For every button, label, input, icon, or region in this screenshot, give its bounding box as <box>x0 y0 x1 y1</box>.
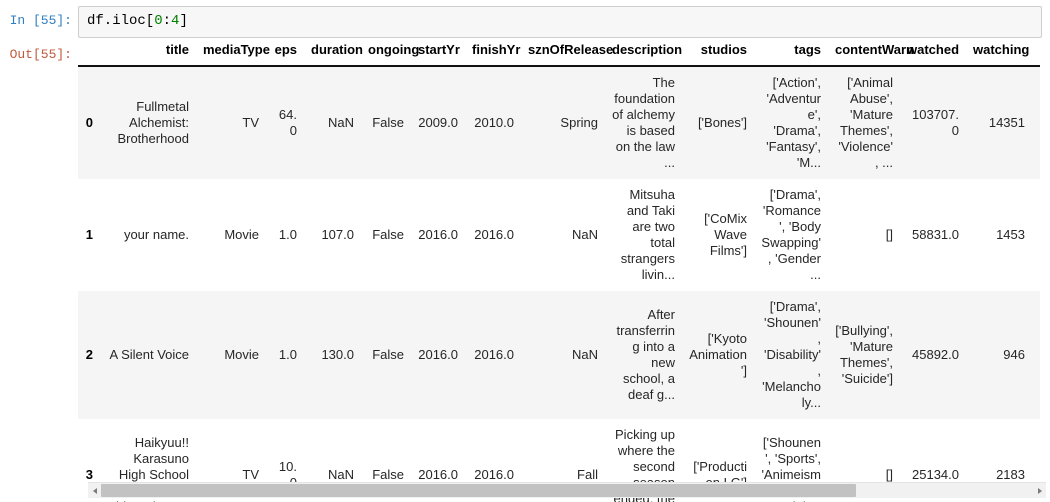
input-prompt-label: In [55]: <box>9 13 72 28</box>
row-index: 2 <box>85 347 93 362</box>
horizontal-scrollbar[interactable] <box>88 482 1046 498</box>
table-row[interactable]: 0 Fullmetal Alchemist: Brotherhood TV 64… <box>78 66 1040 179</box>
column-header-mediatype[interactable]: mediaType <box>196 42 270 67</box>
scroll-left-arrow-icon[interactable] <box>88 483 101 498</box>
cell-duration: NaN <box>327 115 354 130</box>
output-cell: Out[55]: title mediaType eps duration on… <box>0 38 1050 502</box>
scrollbar-track[interactable] <box>101 484 1033 497</box>
cell-studios: ['Kyoto Animation'] <box>689 331 747 378</box>
column-header-description[interactable]: description <box>605 42 682 67</box>
cell-watching: 946 <box>1003 347 1025 362</box>
cell-studios: ['CoMix Wave Films'] <box>704 211 747 258</box>
cell-clipped <box>1032 291 1040 419</box>
cell-watching: 14351 <box>988 115 1025 130</box>
cell-studios: ['Bones'] <box>697 115 747 130</box>
cell-eps: 64.0 <box>278 107 297 138</box>
cell-duration: 130.0 <box>321 347 354 362</box>
dataframe-body: 0 Fullmetal Alchemist: Brotherhood TV 64… <box>78 66 1040 502</box>
input-cell-wrapper: df.iloc[0:4] <box>78 0 1050 38</box>
cell-title: A Silent Voice <box>109 347 190 362</box>
dataframe-header: title mediaType eps duration ongoing sta… <box>78 42 1040 67</box>
cell-watched: 103707.0 <box>912 107 959 138</box>
cell-watching: 1453 <box>996 227 1025 242</box>
cell-description: After transferring into a new school, a … <box>616 307 675 402</box>
output-prompt-label: Out[55]: <box>9 47 72 62</box>
cell-description: The foundation of alchemy is based on th… <box>612 75 675 170</box>
cell-ongoing: False <box>372 115 404 130</box>
scrollbar-thumb[interactable] <box>101 484 856 497</box>
output-cell-wrapper: title mediaType eps duration ongoing sta… <box>78 38 1050 502</box>
cell-sznofrelease: NaN <box>571 227 598 242</box>
table-row[interactable]: 1 your name. Movie 1.0 107.0 False 2016.… <box>78 179 1040 291</box>
column-header-studios[interactable]: studios <box>682 42 754 67</box>
cell-contentwarn: ['Animal Abuse', 'Mature Themes', 'Viole… <box>838 75 893 170</box>
cell-finishyr: 2016.0 <box>474 227 514 242</box>
cell-clipped <box>1032 66 1040 179</box>
cell-startyr: 2016.0 <box>418 227 458 242</box>
cell-title: Fullmetal Alchemist: Brotherhood <box>117 99 189 146</box>
cell-mediatype: TV <box>242 115 259 130</box>
row-index: 0 <box>85 115 93 130</box>
cell-duration: 107.0 <box>321 227 354 242</box>
cell-watched: 58831.0 <box>912 227 959 242</box>
cell-contentwarn: [] <box>885 227 893 242</box>
cell-startyr: 2009.0 <box>418 115 458 130</box>
cell-tags: ['Action', 'Adventure', 'Drama', 'Fantas… <box>766 75 821 170</box>
code-token-prefix: df.iloc[ <box>87 13 155 29</box>
column-header-contentwarn[interactable]: contentWarn <box>828 42 914 67</box>
cell-sznofrelease: Spring <box>560 115 598 130</box>
cell-finishyr: 2016.0 <box>474 347 514 362</box>
column-header-watched[interactable]: watched <box>900 42 966 67</box>
column-header-startyr[interactable]: startYr <box>411 42 465 67</box>
cell-description: Mitsuha and Taki are two total strangers… <box>620 187 675 282</box>
cell-watched: 45892.0 <box>912 347 959 362</box>
cell-finishyr: 2010.0 <box>474 115 514 130</box>
input-cell: In [55]: df.iloc[0:4] <box>0 0 1050 38</box>
notebook-output-area: In [55]: df.iloc[0:4] Out[55]: title med… <box>0 0 1050 502</box>
cell-sznofrelease: NaN <box>571 347 598 362</box>
table-row[interactable]: 2 A Silent Voice Movie 1.0 130.0 False 2… <box>78 291 1040 419</box>
cell-eps: 1.0 <box>278 227 297 242</box>
cell-tags: ['Drama', 'Shounen', 'Disability', 'Mela… <box>762 299 821 410</box>
column-header-duration[interactable]: duration <box>304 42 363 67</box>
code-token-suffix: ] <box>179 13 188 29</box>
cell-eps: 1.0 <box>278 347 297 362</box>
column-header-clipped[interactable]: w <box>1032 42 1040 67</box>
column-header-finishyr[interactable]: finishYr <box>465 42 521 67</box>
cell-tags: ['Drama', 'Romance', 'Body Swapping', 'G… <box>761 187 821 282</box>
dataframe-scroll-container[interactable]: title mediaType eps duration ongoing sta… <box>78 42 1040 502</box>
column-header-ongoing[interactable]: ongoing <box>361 42 419 67</box>
dataframe-table: title mediaType eps duration ongoing sta… <box>78 42 1040 502</box>
column-header-title[interactable]: title <box>100 42 196 67</box>
cell-ongoing: False <box>372 227 404 242</box>
cell-mediatype: Movie <box>224 227 259 242</box>
cell-ongoing: False <box>372 347 404 362</box>
cell-contentwarn: ['Bullying', 'Mature Themes', 'Suicide'] <box>835 323 893 386</box>
cell-title: your name. <box>123 227 189 242</box>
column-header-index <box>78 42 100 67</box>
column-header-watching[interactable]: watching <box>966 42 1032 67</box>
cell-clipped <box>1032 179 1040 291</box>
cell-mediatype: Movie <box>224 347 259 362</box>
cell-startyr: 2016.0 <box>418 347 458 362</box>
column-header-sznofrelease[interactable]: sznOfRelease <box>521 42 613 67</box>
column-header-eps[interactable]: eps <box>266 42 304 67</box>
header-row: title mediaType eps duration ongoing sta… <box>78 42 1040 67</box>
row-index: 1 <box>85 227 93 242</box>
scroll-right-arrow-icon[interactable] <box>1033 483 1046 498</box>
code-editor[interactable]: df.iloc[0:4] <box>78 6 1042 38</box>
code-token-colon: : <box>162 13 172 29</box>
code-token-start-index: 0 <box>154 13 163 29</box>
column-header-tags[interactable]: tags <box>754 42 828 67</box>
